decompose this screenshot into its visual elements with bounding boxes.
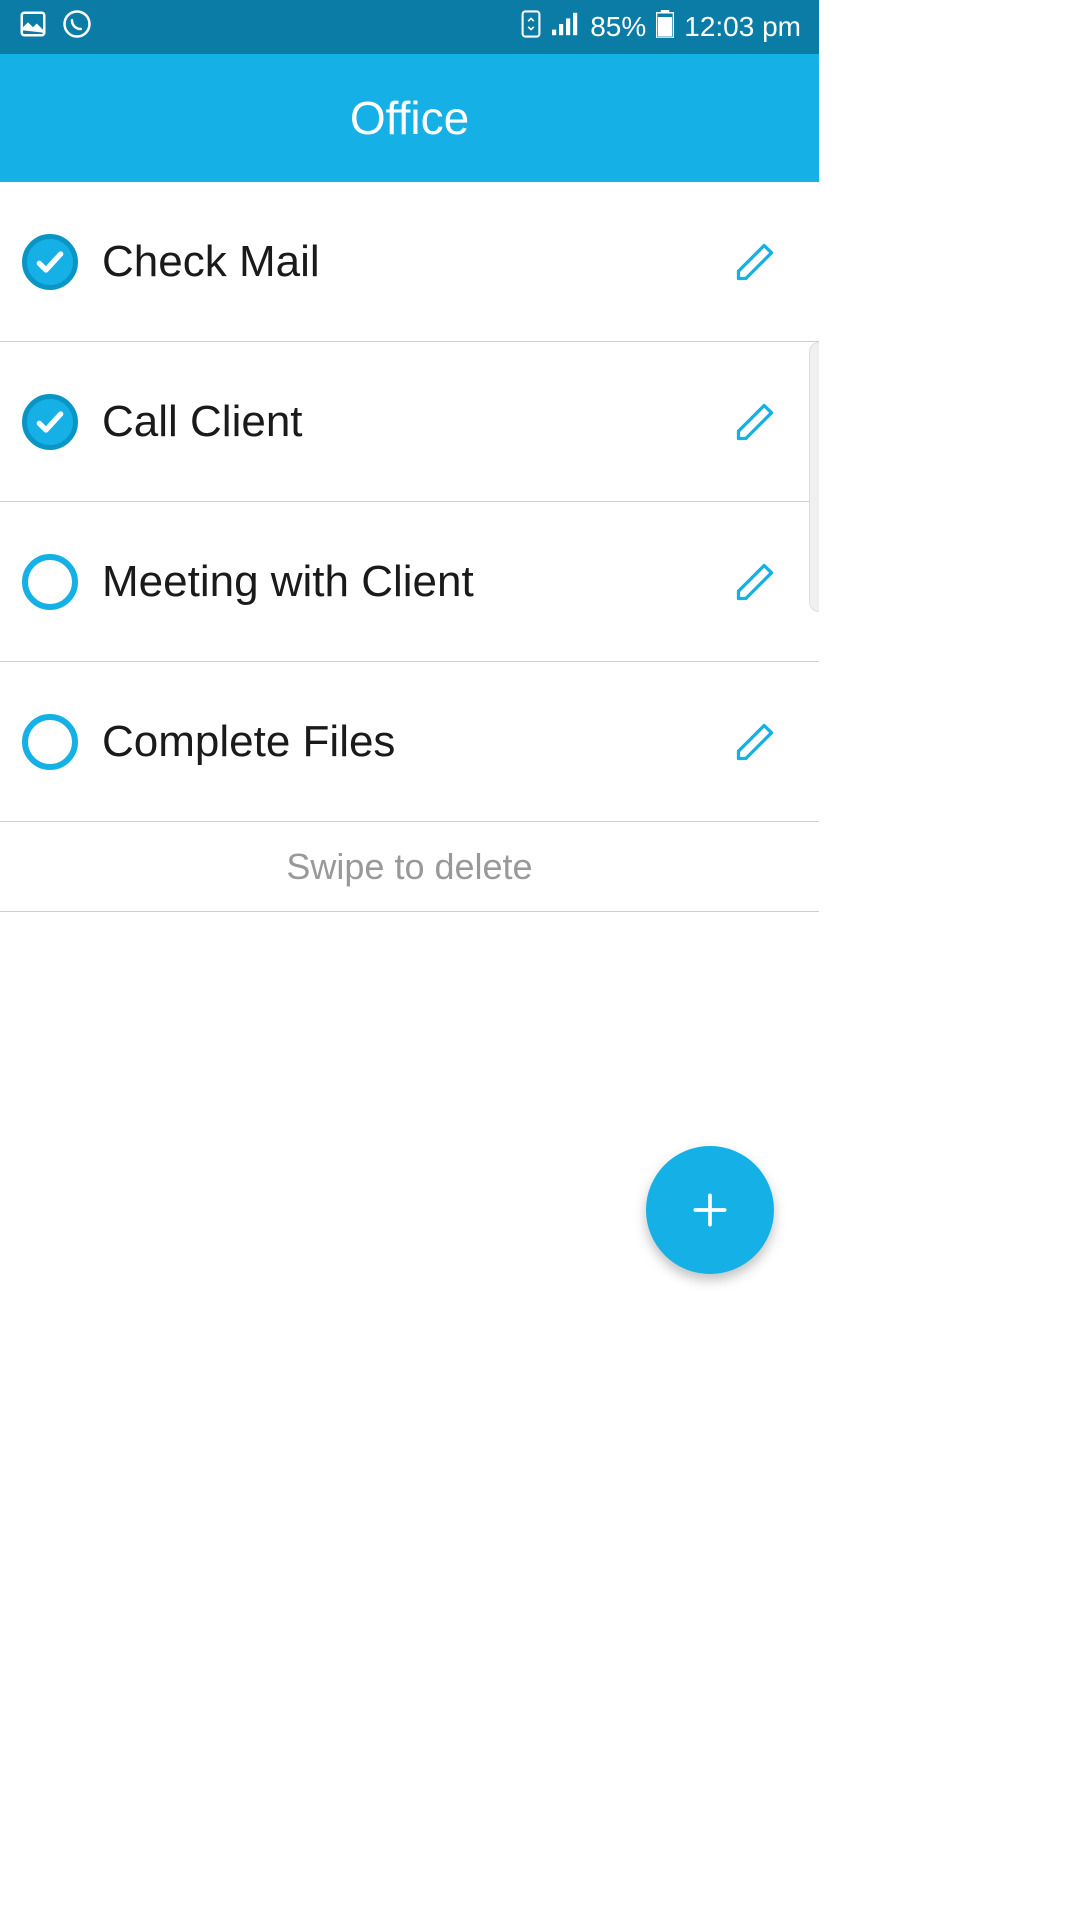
edit-button[interactable]	[731, 238, 779, 286]
task-label: Call Client	[102, 397, 731, 447]
clock-time: 12:03 pm	[684, 11, 801, 43]
sync-icon	[520, 10, 542, 45]
scroll-handle[interactable]	[809, 342, 819, 612]
battery-percent: 85%	[590, 11, 646, 43]
task-row[interactable]: Complete Files	[0, 662, 819, 822]
pencil-icon	[733, 720, 777, 764]
checkbox-unchecked[interactable]	[22, 714, 78, 770]
app-bar: Office	[0, 54, 819, 182]
check-icon	[34, 246, 66, 278]
plus-icon	[688, 1188, 732, 1232]
gallery-icon	[18, 9, 48, 46]
task-row[interactable]: Meeting with Client	[0, 502, 819, 662]
checkbox-checked[interactable]	[22, 394, 78, 450]
add-button[interactable]	[646, 1146, 774, 1274]
task-label: Check Mail	[102, 237, 731, 287]
checkbox-checked[interactable]	[22, 234, 78, 290]
status-bar: 85% 12:03 pm	[0, 0, 819, 54]
task-list: Check Mail Call Client Meeting with Clie…	[0, 182, 819, 912]
whatsapp-icon	[62, 9, 92, 46]
pencil-icon	[733, 240, 777, 284]
battery-icon	[656, 10, 674, 45]
hint-row: Swipe to delete	[0, 822, 819, 912]
swipe-hint: Swipe to delete	[286, 846, 532, 888]
edit-button[interactable]	[731, 398, 779, 446]
task-label: Complete Files	[102, 717, 731, 767]
pencil-icon	[733, 400, 777, 444]
task-label: Meeting with Client	[102, 557, 731, 607]
signal-icon	[552, 11, 580, 43]
edit-button[interactable]	[731, 558, 779, 606]
check-icon	[34, 406, 66, 438]
task-row[interactable]: Check Mail	[0, 182, 819, 342]
task-row[interactable]: Call Client	[0, 342, 819, 502]
edit-button[interactable]	[731, 718, 779, 766]
checkbox-unchecked[interactable]	[22, 554, 78, 610]
pencil-icon	[733, 560, 777, 604]
page-title: Office	[350, 91, 469, 145]
